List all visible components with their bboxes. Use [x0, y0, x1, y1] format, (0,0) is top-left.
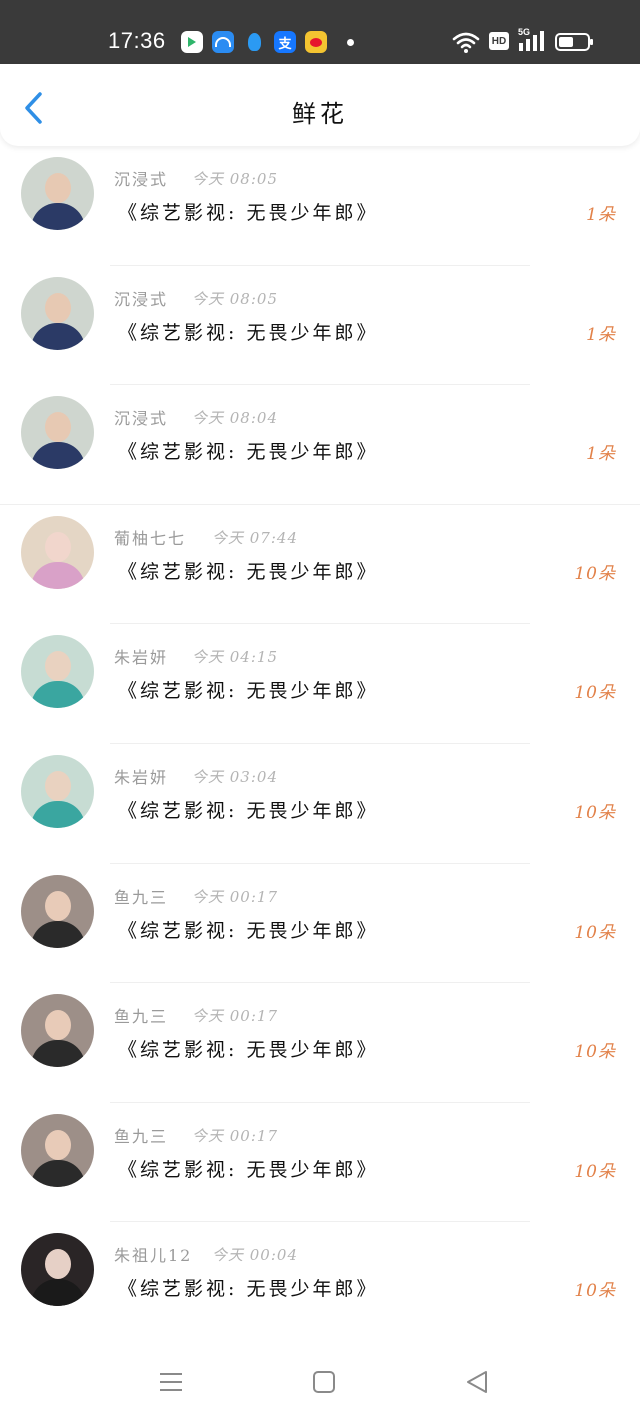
work-title[interactable]: 《综艺影视: 无畏少年郎》 [118, 437, 378, 464]
avatar-body [31, 1279, 85, 1307]
avatar[interactable] [21, 635, 94, 709]
avatar-body [31, 442, 85, 470]
avatar-face [45, 651, 71, 682]
avatar[interactable] [21, 754, 94, 828]
avatar-face [45, 1010, 71, 1041]
avatar[interactable] [21, 1113, 94, 1187]
video-app-icon [181, 31, 203, 53]
timestamp: 今天 07:44 [212, 528, 298, 547]
flower-count: 10朵 [574, 1042, 616, 1063]
avatar-face [45, 1249, 71, 1280]
avatar[interactable] [21, 157, 94, 230]
work-title[interactable]: 《综艺影视: 无畏少年郎》 [118, 676, 378, 703]
flower-count: 1朵 [586, 324, 616, 345]
list-item[interactable]: 朱岩妍 今天 04:15 《综艺影视: 无畏少年郎》 10朵 [0, 624, 640, 744]
avatar-body [31, 561, 85, 589]
page-title: 鲜花 [292, 100, 348, 128]
weibo-icon [305, 31, 327, 53]
avatar-face [45, 1129, 71, 1160]
timestamp: 今天 00:17 [192, 887, 278, 906]
status-bar: 17:36 支 HD 5G [0, 0, 640, 64]
hd-badge: HD [489, 32, 509, 50]
list-item[interactable]: 沉浸式 今天 08:05 《综艺影视: 无畏少年郎》 1朵 [0, 266, 640, 386]
work-title[interactable]: 《综艺影视: 无畏少年郎》 [118, 796, 378, 823]
list-item[interactable]: 鱼九三 今天 00:17 《综艺影视: 无畏少年郎》 10朵 [0, 864, 640, 984]
flower-count: 10朵 [574, 802, 616, 823]
timestamp: 今天 00:17 [192, 1007, 278, 1026]
work-title[interactable]: 《综艺影视: 无畏少年郎》 [118, 916, 378, 943]
timestamp: 今天 00:17 [192, 1126, 278, 1145]
user-name[interactable]: 鱼九三 [114, 884, 168, 908]
flower-count: 10朵 [574, 563, 616, 584]
user-name[interactable]: 朱岩妍 [114, 644, 168, 668]
list-item[interactable]: 沉浸式 今天 08:04 《综艺影视: 无畏少年郎》 1朵 [0, 385, 640, 505]
user-name[interactable]: 鱼九三 [114, 1003, 168, 1027]
work-title[interactable]: 《综艺影视: 无畏少年郎》 [118, 1274, 378, 1301]
flower-count: 10朵 [574, 1161, 616, 1182]
avatar-body [31, 322, 85, 350]
avatar-body [31, 920, 85, 948]
work-title[interactable]: 《综艺影视: 无畏少年郎》 [118, 318, 378, 345]
flower-count: 1朵 [586, 444, 616, 465]
user-name[interactable]: 鱼九三 [114, 1123, 168, 1147]
flower-count: 10朵 [574, 1281, 616, 1302]
work-title[interactable]: 《综艺影视: 无畏少年郎》 [118, 1155, 378, 1182]
avatar[interactable] [21, 396, 94, 470]
alipay-icon: 支 [274, 31, 296, 53]
avatar-face [45, 890, 71, 921]
avatar-face [45, 412, 71, 443]
system-nav-bar [0, 1340, 640, 1422]
status-time: 17:36 [108, 28, 166, 53]
list-item[interactable]: 朱祖儿12 今天 00:04 《综艺影视: 无畏少年郎》 10朵 [0, 1222, 640, 1342]
avatar[interactable] [21, 994, 94, 1068]
user-name[interactable]: 沉浸式 [114, 166, 168, 190]
work-title[interactable]: 《综艺影视: 无畏少年郎》 [118, 1035, 378, 1062]
browser-app-icon [212, 31, 234, 53]
menu-icon[interactable] [158, 1370, 184, 1394]
wifi-icon [452, 32, 480, 53]
avatar-body [31, 203, 85, 230]
battery-icon [555, 33, 593, 51]
flower-record-list: 沉浸式 今天 08:05 《综艺影视: 无畏少年郎》 1朵 沉浸式 今天 08:… [0, 146, 640, 1342]
timestamp: 今天 08:05 [192, 170, 278, 188]
list-item[interactable]: 鱼九三 今天 00:17 《综艺影视: 无畏少年郎》 10朵 [0, 983, 640, 1103]
header: 鲜花 [0, 64, 640, 146]
avatar-face [45, 173, 71, 203]
list-item[interactable]: 朱岩妍 今天 03:04 《综艺影视: 无畏少年郎》 10朵 [0, 744, 640, 864]
user-name[interactable]: 朱岩妍 [114, 764, 168, 788]
avatar-face [45, 770, 71, 801]
list-item[interactable]: 鱼九三 今天 00:17 《综艺影视: 无畏少年郎》 10朵 [0, 1103, 640, 1223]
avatar-face [45, 292, 71, 323]
avatar[interactable] [21, 515, 94, 589]
avatar-body [31, 1040, 85, 1068]
flower-count: 10朵 [574, 683, 616, 704]
list-item[interactable]: 葡柚七七 今天 07:44 《综艺影视: 无畏少年郎》 10朵 [0, 505, 640, 625]
timestamp: 今天 08:05 [192, 289, 278, 308]
home-square-icon[interactable] [312, 1370, 336, 1394]
work-title[interactable]: 《综艺影视: 无畏少年郎》 [118, 557, 378, 584]
notification-dot [347, 39, 354, 46]
flower-count: 1朵 [586, 205, 616, 225]
avatar-body [31, 681, 85, 709]
qq-icon [243, 31, 265, 53]
user-name[interactable]: 沉浸式 [114, 286, 168, 310]
timestamp: 今天 08:04 [192, 409, 278, 428]
flower-count: 10朵 [574, 922, 616, 943]
avatar[interactable] [21, 1233, 94, 1307]
avatar-body [31, 800, 85, 828]
timestamp: 今天 03:04 [192, 767, 278, 786]
user-name[interactable]: 朱祖儿12 [114, 1242, 192, 1266]
avatar-body [31, 1159, 85, 1187]
back-triangle-icon[interactable] [464, 1370, 490, 1394]
signal-icon [519, 31, 544, 51]
avatar[interactable] [21, 276, 94, 350]
avatar-face [45, 531, 71, 562]
avatar[interactable] [21, 874, 94, 948]
user-name[interactable]: 沉浸式 [114, 405, 168, 429]
user-name[interactable]: 葡柚七七 [114, 525, 186, 549]
work-title[interactable]: 《综艺影视: 无畏少年郎》 [118, 198, 378, 225]
timestamp: 今天 04:15 [192, 648, 278, 667]
timestamp: 今天 00:04 [212, 1246, 298, 1265]
list-item[interactable]: 沉浸式 今天 08:05 《综艺影视: 无畏少年郎》 1朵 [0, 146, 640, 266]
